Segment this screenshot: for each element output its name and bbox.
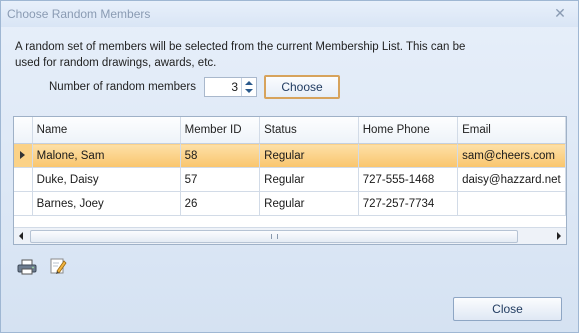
row-indicator-header — [14, 117, 33, 144]
cell-home-phone[interactable] — [358, 143, 459, 168]
cell-member-id[interactable]: 58 — [180, 143, 261, 168]
table-row[interactable]: Barnes, Joey 26 Regular 727-257-7734 — [14, 191, 566, 216]
number-value[interactable]: 3 — [231, 80, 238, 94]
cell-member-id[interactable]: 26 — [180, 191, 261, 216]
title-bar: Choose Random Members ✕ — [1, 1, 578, 27]
number-label: Number of random members — [49, 81, 196, 93]
horizontal-scrollbar[interactable] — [14, 227, 566, 244]
window-title: Choose Random Members — [7, 7, 151, 21]
edit-icon[interactable] — [49, 257, 67, 275]
cell-home-phone[interactable]: 727-257-7734 — [358, 191, 459, 216]
row-indicator — [14, 167, 33, 192]
spinner-arrows[interactable] — [241, 78, 256, 96]
scroll-right-icon[interactable] — [557, 232, 561, 240]
cell-name[interactable]: Barnes, Joey — [32, 191, 181, 216]
spin-up-icon[interactable] — [245, 81, 253, 85]
description-text: A random set of members will be selected… — [15, 41, 466, 69]
close-icon[interactable]: ✕ — [552, 5, 568, 21]
current-row-arrow-icon — [20, 150, 26, 159]
grip-icon — [271, 234, 278, 239]
cell-status[interactable]: Regular — [259, 167, 359, 192]
row-indicator — [14, 191, 33, 216]
col-header-name[interactable]: Name — [32, 117, 181, 144]
printer-icon[interactable] — [17, 259, 37, 275]
members-grid[interactable]: Name Member ID Status Home Phone Email M… — [13, 116, 567, 245]
spin-down-icon[interactable] — [245, 89, 253, 93]
cell-email[interactable] — [457, 191, 566, 216]
cell-name[interactable]: Malone, Sam — [32, 143, 181, 168]
table-row[interactable]: Duke, Daisy 57 Regular 727-555-1468 dais… — [14, 167, 566, 192]
cell-home-phone[interactable]: 727-555-1468 — [358, 167, 459, 192]
row-indicator — [14, 143, 33, 168]
cell-status[interactable]: Regular — [259, 191, 359, 216]
col-header-home-phone[interactable]: Home Phone — [358, 117, 459, 144]
number-spinner[interactable]: 3 — [204, 77, 257, 97]
table-row[interactable]: Malone, Sam 58 Regular sam@cheers.com — [14, 143, 566, 168]
cell-name[interactable]: Duke, Daisy — [32, 167, 181, 192]
cell-email[interactable]: daisy@hazzard.net — [457, 167, 566, 192]
scroll-thumb[interactable] — [30, 230, 518, 243]
col-header-status[interactable]: Status — [259, 117, 359, 144]
scroll-left-icon[interactable] — [19, 232, 23, 240]
choose-button[interactable]: Choose — [264, 75, 340, 99]
dialog-window: Choose Random Members ✕ A random set of … — [0, 0, 579, 333]
grid-header-row: Name Member ID Status Home Phone Email — [14, 117, 566, 144]
close-button[interactable]: Close — [453, 297, 562, 321]
cell-email[interactable]: sam@cheers.com — [457, 143, 566, 168]
cell-member-id[interactable]: 57 — [180, 167, 261, 192]
col-header-member-id[interactable]: Member ID — [180, 117, 261, 144]
cell-status[interactable]: Regular — [259, 143, 359, 168]
col-header-email[interactable]: Email — [457, 117, 566, 144]
